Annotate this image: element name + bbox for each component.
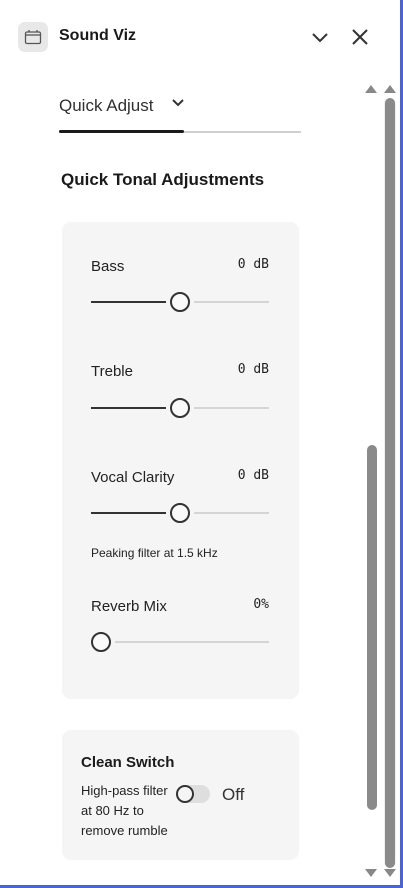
slider-thumb[interactable] — [170, 292, 190, 312]
slider-thumb[interactable] — [170, 398, 190, 418]
vocal-clarity-note: Peaking filter at 1.5 kHz — [91, 546, 218, 560]
scroll-down-icon[interactable] — [383, 868, 397, 878]
clean-switch-description: High-pass filter at 80 Hz to remove rumb… — [81, 783, 168, 838]
chevron-down-icon[interactable] — [171, 96, 185, 110]
scroll-up-icon[interactable] — [364, 84, 378, 94]
inner-scroll-thumb[interactable] — [367, 445, 377, 810]
scrollbars — [364, 80, 400, 882]
slider-track[interactable] — [194, 301, 269, 303]
slider-fill — [91, 512, 166, 514]
clean-switch-title: Clean Switch — [81, 754, 175, 771]
slider-track[interactable] — [194, 407, 269, 409]
clean-switch-state: Off — [222, 785, 245, 804]
section-title: Quick Tonal Adjustments — [61, 170, 265, 189]
vocal-clarity-value: 0 dB — [237, 468, 269, 483]
treble-label: Treble — [91, 363, 133, 380]
tab-quick-adjust[interactable]: Quick Adjust — [59, 94, 301, 134]
toggle-knob — [176, 785, 194, 803]
clean-switch-card: Clean Switch High-pass filter at 80 Hz t… — [62, 730, 299, 860]
close-icon — [352, 29, 368, 45]
close-button[interactable] — [345, 22, 375, 52]
tonal-controls-card: Bass 0 dB Treble 0 dB Vocal Clarity 0 dB… — [62, 222, 299, 699]
vocal-clarity-label: Vocal Clarity — [91, 469, 175, 486]
bass-value: 0 dB — [237, 257, 269, 272]
tab-active-indicator — [59, 130, 184, 133]
slider-thumb[interactable] — [91, 632, 111, 652]
treble-value: 0 dB — [237, 362, 269, 377]
outer-scroll-thumb[interactable] — [385, 98, 395, 868]
app-title: Sound Viz — [59, 27, 137, 44]
folder-icon — [18, 22, 48, 52]
scroll-down-icon[interactable] — [364, 868, 378, 878]
slider-fill — [91, 301, 166, 303]
slider-thumb[interactable] — [170, 503, 190, 523]
slider-track[interactable] — [115, 641, 269, 643]
reverb-mix-value: 0% — [253, 597, 269, 612]
bass-label: Bass — [91, 258, 125, 275]
slider-fill — [91, 407, 166, 409]
tab-label: Quick Adjust — [59, 96, 154, 115]
chevron-down-icon — [312, 33, 328, 43]
slider-track[interactable] — [194, 512, 269, 514]
app-header: Sound Viz — [0, 0, 400, 74]
scroll-up-icon[interactable] — [383, 84, 397, 94]
collapse-button[interactable] — [305, 22, 335, 52]
reverb-mix-label: Reverb Mix — [91, 598, 167, 615]
clean-switch-toggle[interactable] — [176, 785, 210, 803]
